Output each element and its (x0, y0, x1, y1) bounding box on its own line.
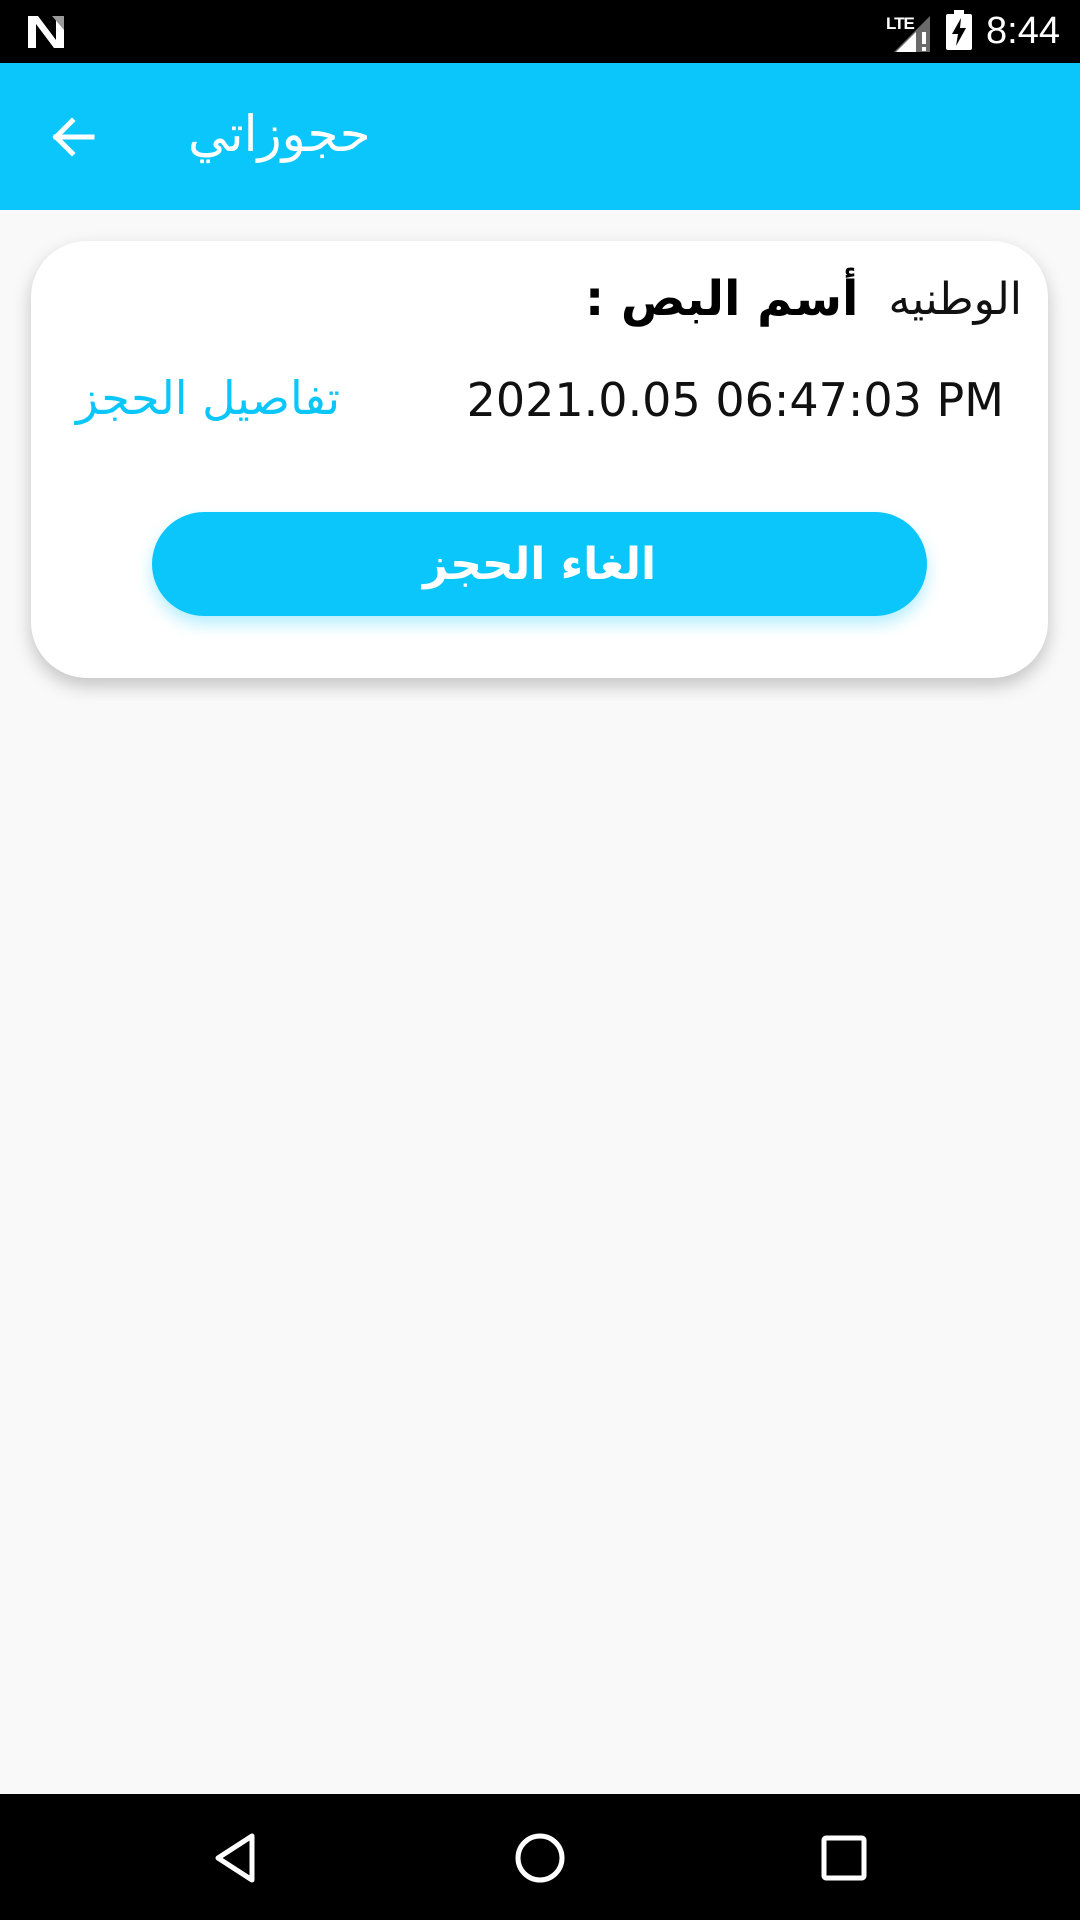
booking-card: أسم البص : الوطنيه 2021.0.05 06:47:03 PM… (31, 241, 1048, 678)
nav-back-button[interactable] (200, 1822, 272, 1894)
navigation-bar (0, 1794, 1080, 1920)
status-icons: LTE 8:44 (886, 0, 1060, 63)
n-logo-icon (26, 12, 66, 52)
back-button[interactable] (38, 101, 110, 173)
bus-name-value: الوطنيه (888, 273, 1022, 325)
recents-square-icon (821, 1835, 867, 1881)
bus-row: أسم البص : الوطنيه (585, 271, 1022, 327)
status-bar: LTE 8:44 (0, 0, 1080, 63)
signal-icon: LTE (886, 10, 932, 54)
bus-name-label: أسم البص : (585, 271, 859, 327)
status-clock: 8:44 (986, 10, 1060, 52)
booking-datetime: 2021.0.05 06:47:03 PM (466, 373, 1004, 427)
app-bar: حجوزاتي (0, 63, 1080, 210)
back-triangle-icon (215, 1833, 255, 1883)
nav-home-button[interactable] (504, 1822, 576, 1894)
cancel-booking-button[interactable]: الغاء الحجز (152, 512, 927, 616)
battery-charging-icon (946, 9, 973, 54)
screen: LTE 8:44 حجوزاتي أسم البص: الوطنيه 2021… (0, 0, 1080, 1920)
page-title: حجوزاتي (188, 105, 371, 163)
booking-details-link[interactable]: تفاصيل الحجز (76, 371, 340, 425)
nav-recents-button[interactable] (808, 1822, 880, 1894)
home-circle-icon (515, 1833, 565, 1883)
arrow-back-icon (52, 117, 95, 157)
